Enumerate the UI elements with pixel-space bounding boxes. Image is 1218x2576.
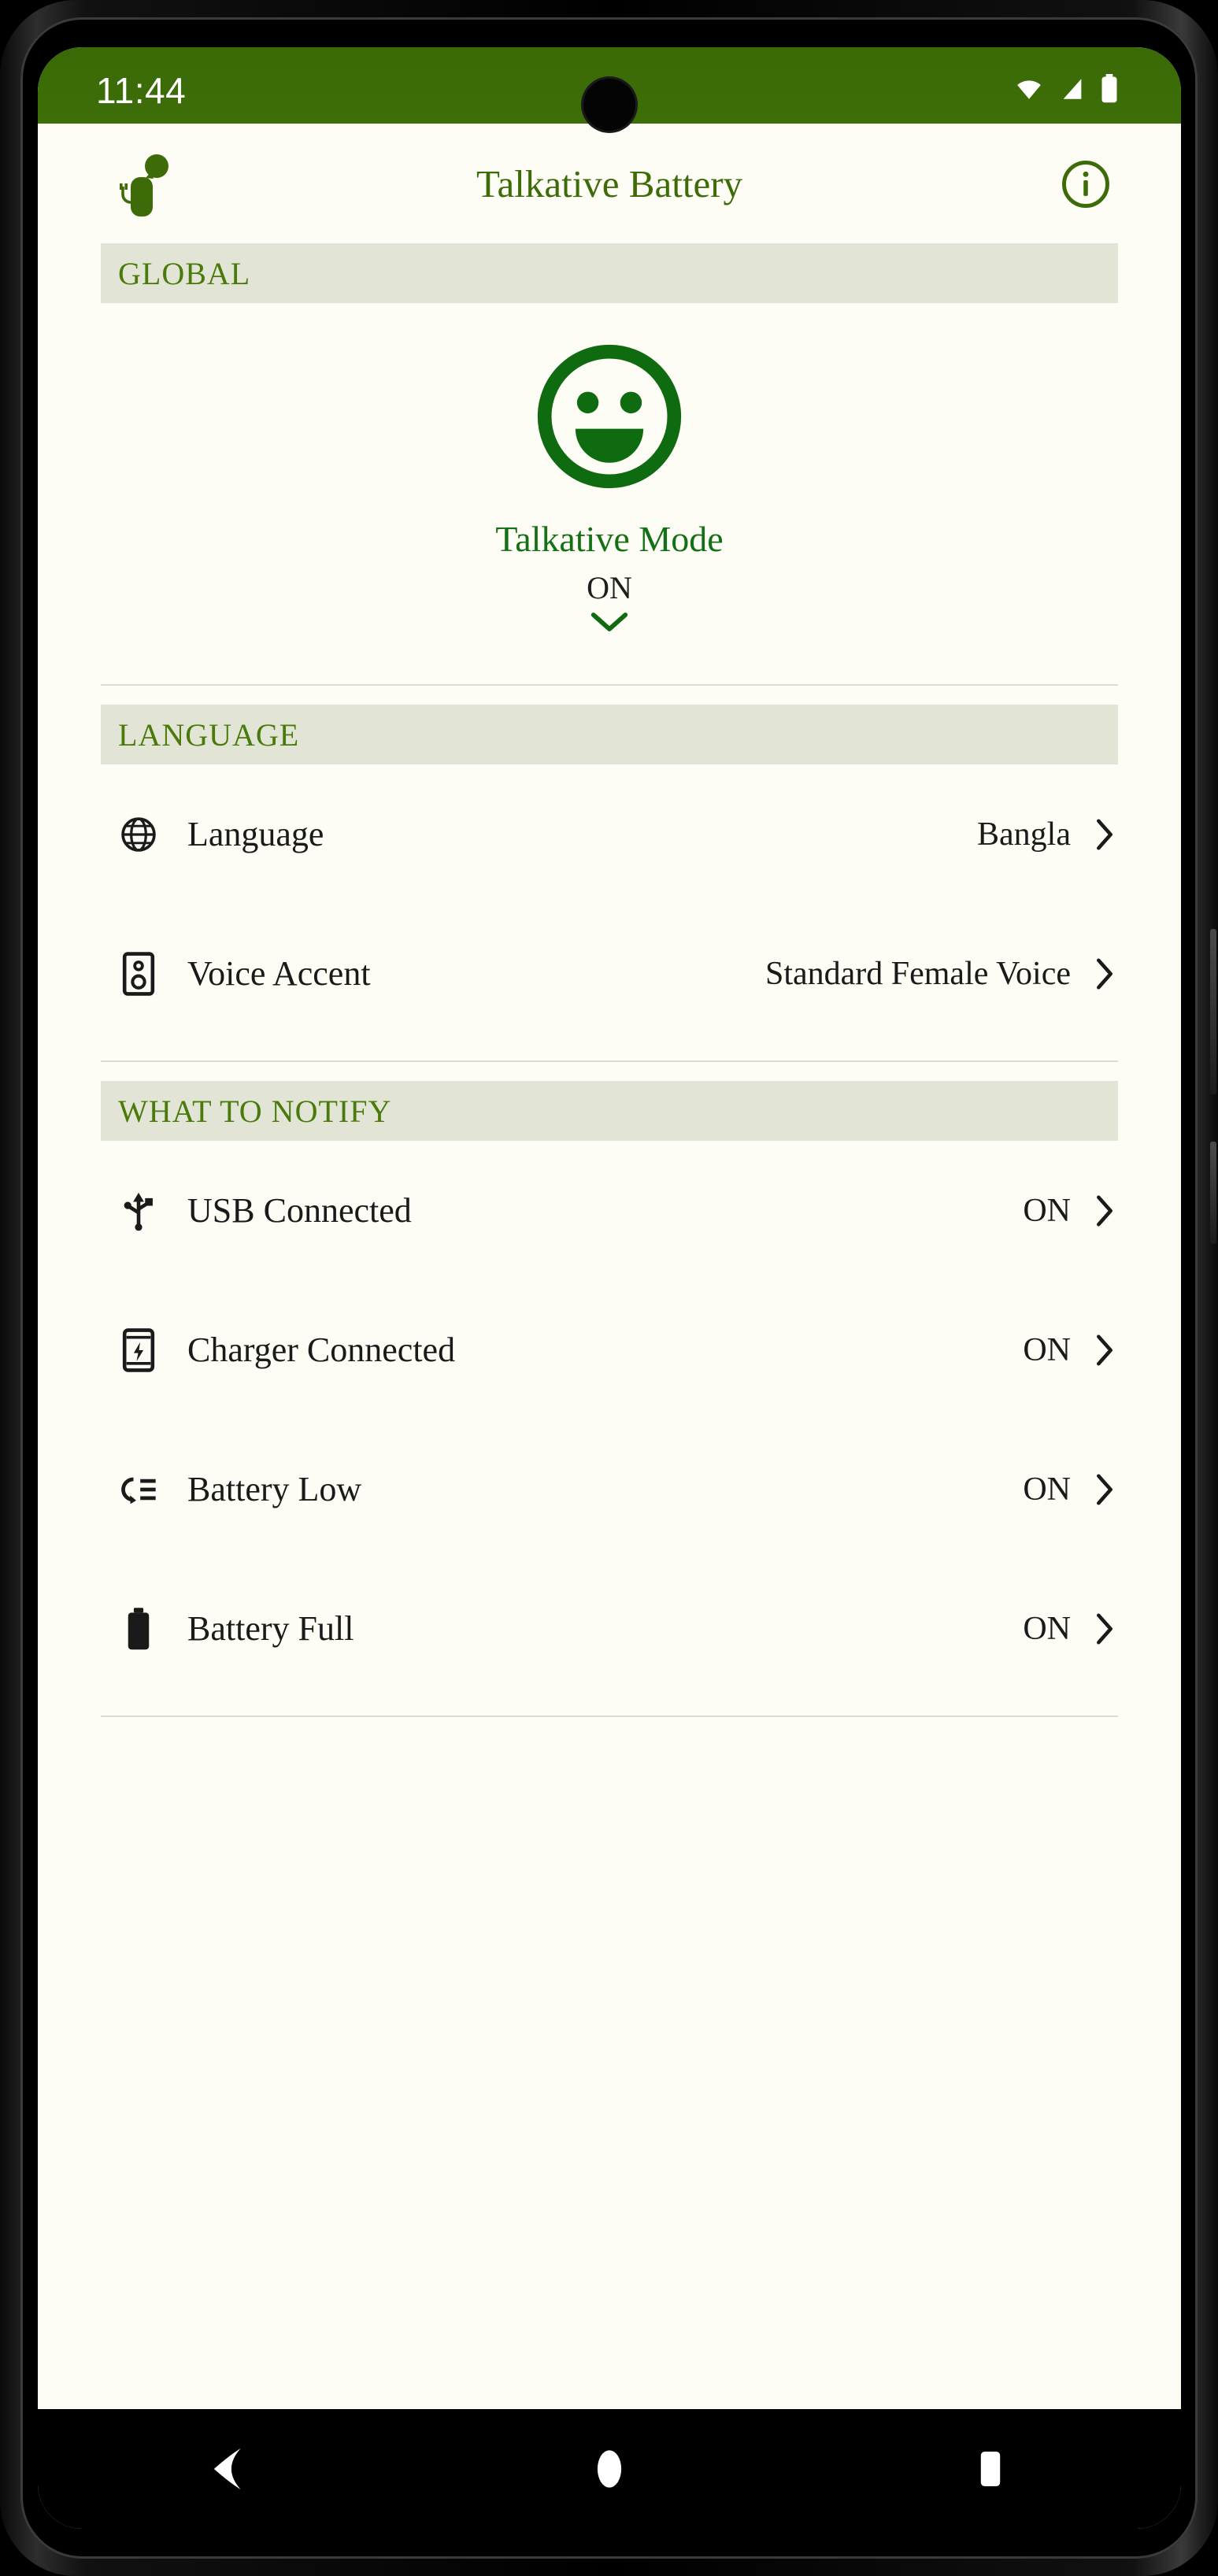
back-triangle-icon[interactable] — [181, 2434, 276, 2504]
volume-button[interactable] — [1210, 929, 1216, 1094]
row-label: Charger Connected — [187, 1331, 456, 1369]
talkative-mode-label: Talkative Mode — [495, 519, 724, 559]
row-value: Standard Female Voice — [764, 955, 1071, 992]
row-label: Battery Low — [187, 1470, 362, 1508]
row-voice-accent[interactable]: Voice Accent Standard Female Voice — [101, 904, 1118, 1043]
battery-icon — [1099, 74, 1120, 108]
phone-frame: 11:44 Talkative Battery GLOBAL Talkative… — [0, 0, 1218, 2576]
signal-icon — [1058, 76, 1087, 106]
talkative-mode-card[interactable]: Talkative Mode ON — [38, 303, 1181, 667]
row-value: ON — [1023, 1610, 1071, 1647]
wifi-icon — [1013, 76, 1046, 106]
row-value: ON — [1023, 1192, 1071, 1229]
front-camera-punch-hole — [583, 79, 635, 131]
section-header-language: LANGUAGE — [101, 705, 1118, 764]
chevron-right-icon[interactable] — [1087, 1332, 1118, 1368]
chevron-right-icon[interactable] — [1087, 816, 1118, 853]
status-bar-clock: 11:44 — [96, 70, 187, 111]
chevron-down-icon[interactable] — [38, 609, 1181, 638]
section-header-global: GLOBAL — [101, 243, 1118, 303]
divider — [101, 1715, 1118, 1717]
chevron-right-icon[interactable] — [1087, 1193, 1118, 1229]
talkative-mode-state: ON — [587, 570, 632, 605]
app-bar: Talkative Battery — [38, 124, 1181, 243]
battery-speech-bubble-icon — [113, 152, 173, 220]
row-language[interactable]: Language Bangla — [101, 764, 1118, 904]
page-title: Talkative Battery — [476, 161, 743, 205]
recents-square-icon[interactable] — [943, 2434, 1038, 2504]
chevron-right-icon[interactable] — [1087, 956, 1118, 992]
row-charger-connected[interactable]: Charger Connected ON — [101, 1280, 1118, 1419]
status-bar-icons — [1013, 74, 1120, 108]
globe-icon — [101, 814, 176, 855]
row-battery-full[interactable]: Battery Full ON — [101, 1559, 1118, 1698]
speaker-icon — [101, 951, 176, 996]
home-circle-icon[interactable] — [562, 2434, 657, 2504]
row-label: Battery Full — [187, 1609, 354, 1648]
chevron-right-icon[interactable] — [1087, 1611, 1118, 1647]
row-label: Language — [187, 815, 324, 853]
power-button[interactable] — [1210, 1142, 1216, 1244]
row-value: ON — [1023, 1471, 1071, 1508]
chevron-right-icon[interactable] — [1087, 1471, 1118, 1508]
row-label: USB Connected — [187, 1191, 412, 1230]
info-icon[interactable] — [1060, 158, 1112, 210]
row-usb-connected[interactable]: USB Connected ON — [101, 1141, 1118, 1280]
section-header-what-to-notify: WHAT TO NOTIFY — [101, 1081, 1118, 1141]
row-battery-low[interactable]: Battery Low ON — [101, 1419, 1118, 1559]
smiley-face-icon — [38, 339, 1181, 498]
battery-low-icon — [101, 1473, 176, 1506]
battery-full-icon — [101, 1607, 176, 1651]
row-label: Voice Accent — [187, 954, 371, 993]
usb-icon — [101, 1190, 176, 1231]
phone-screen: 11:44 Talkative Battery GLOBAL Talkative… — [38, 47, 1181, 2529]
navigation-bar — [38, 2409, 1181, 2529]
row-value: ON — [1023, 1331, 1071, 1368]
charging-icon — [101, 1327, 176, 1372]
row-value: Bangla — [977, 816, 1071, 853]
